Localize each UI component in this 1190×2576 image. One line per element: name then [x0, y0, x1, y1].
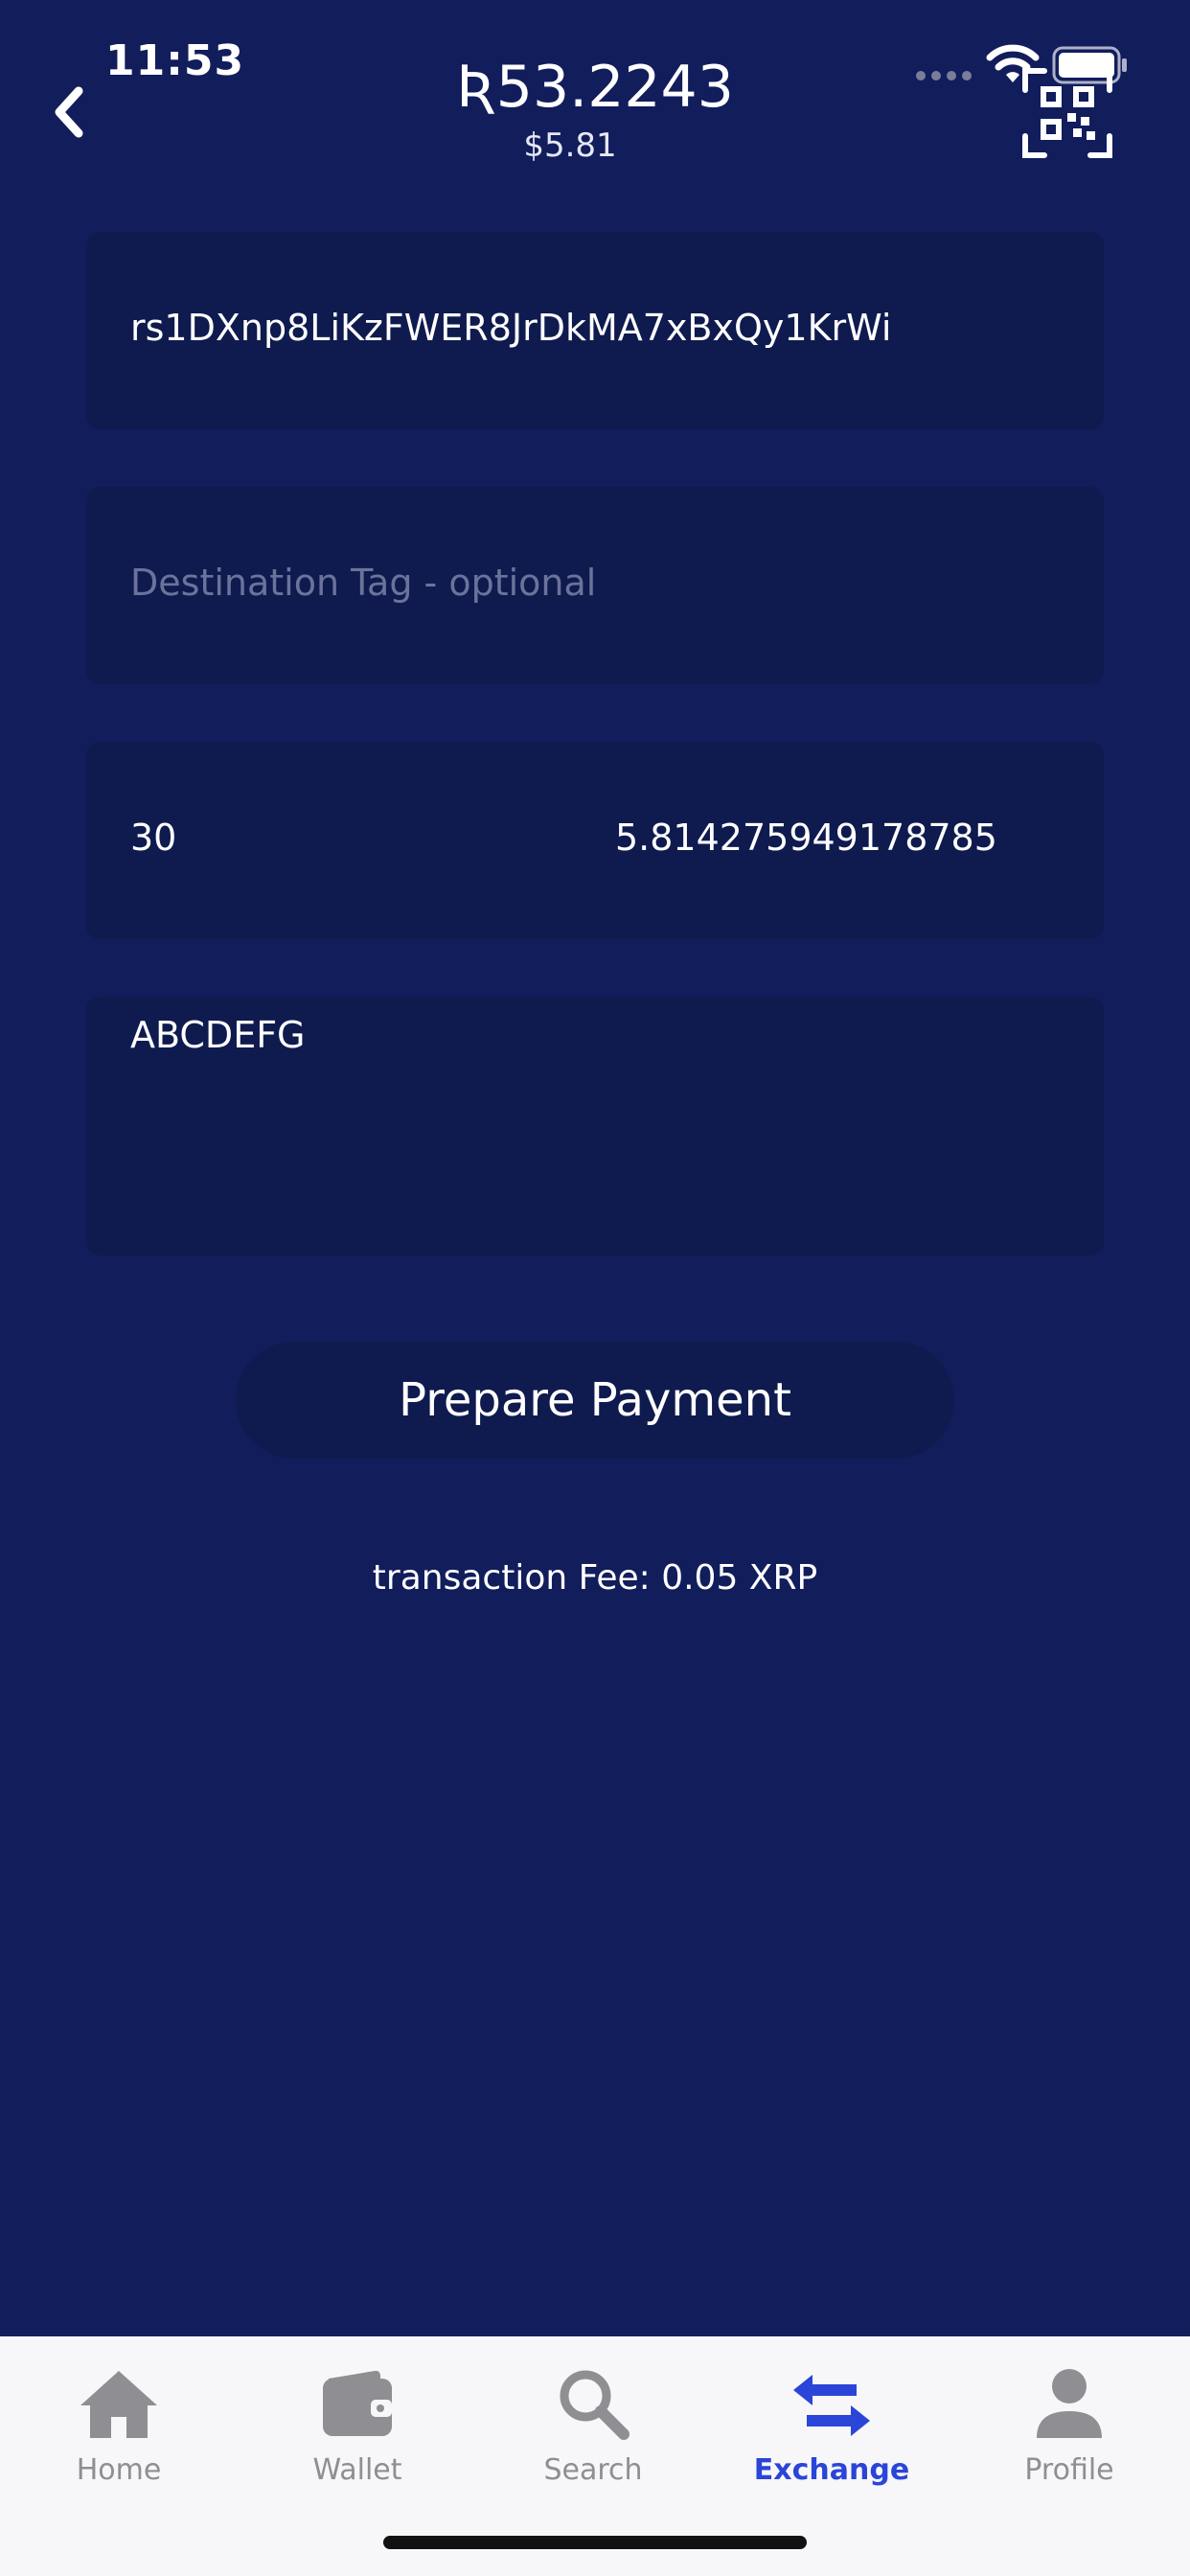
tab-home[interactable]: Home [23, 2354, 215, 2507]
fiat-balance: $5.81 [523, 126, 617, 165]
send-payment-screen: 11:53 Ʀ53.2243 $5.81 rs1DXnp8LiKzFWER8Jr… [0, 0, 1190, 2576]
memo-field[interactable]: ABCDEFG [86, 997, 1104, 1255]
tab-profile[interactable]: Profile [973, 2354, 1165, 2507]
destination-tag-placeholder: Destination Tag - optional [130, 562, 597, 604]
exchange-icon [788, 2354, 876, 2440]
amount-converted: 5.814275949178785 [615, 816, 997, 859]
transaction-fee: transaction Fee: 0.05 XRP [372, 1558, 818, 1598]
memo-value: ABCDEFG [130, 1014, 306, 1056]
search-icon [557, 2354, 629, 2440]
tab-search[interactable]: Search [497, 2354, 689, 2507]
home-icon [79, 2354, 159, 2440]
prepare-payment-button[interactable]: Prepare Payment [236, 1342, 954, 1459]
profile-icon [1033, 2354, 1106, 2440]
tab-profile-label: Profile [1024, 2453, 1114, 2487]
qr-scan-button[interactable] [1021, 67, 1113, 159]
amount-value: 30 [130, 816, 177, 859]
qr-code-icon [1022, 68, 1112, 158]
tab-exchange[interactable]: Exchange [736, 2354, 927, 2507]
amount-field[interactable]: 30 5.814275949178785 [86, 742, 1104, 939]
destination-tag-field[interactable]: Destination Tag - optional [86, 487, 1104, 684]
tab-wallet[interactable]: Wallet [262, 2354, 453, 2507]
tab-wallet-label: Wallet [312, 2453, 402, 2487]
tab-exchange-label: Exchange [753, 2453, 910, 2487]
address-value: rs1DXnp8LiKzFWER8JrDkMA7xBxQy1KrWi [130, 307, 892, 349]
tab-search-label: Search [543, 2453, 643, 2487]
wallet-balance: Ʀ53.2243 [456, 54, 734, 121]
tab-home-label: Home [76, 2453, 162, 2487]
address-field[interactable]: rs1DXnp8LiKzFWER8JrDkMA7xBxQy1KrWi [86, 232, 1104, 429]
home-indicator [383, 2536, 807, 2549]
wallet-icon [321, 2354, 394, 2440]
